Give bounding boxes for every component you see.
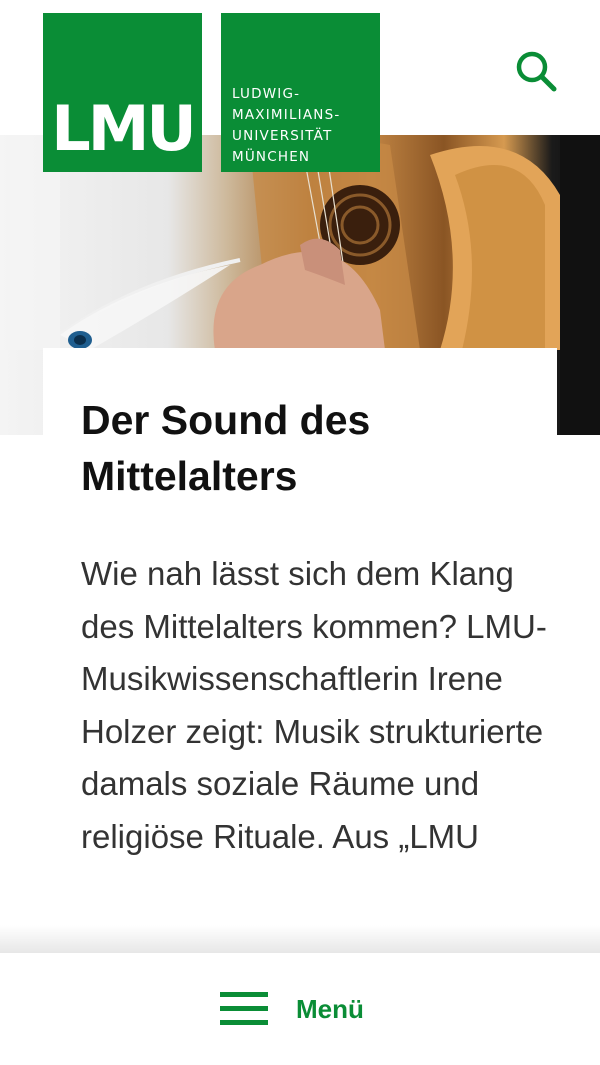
logo-line-1: LUDWIG- — [232, 86, 301, 102]
logo-line-3: UNIVERSITÄT — [232, 128, 333, 144]
lmu-logo-mark[interactable]: LMU — [43, 13, 202, 172]
article-lead: Wie nah lässt sich dem Klang des Mittela… — [81, 555, 547, 855]
site-header: LMU LUDWIG- MAXIMILIANS- UNIVERSITÄT MÜN… — [0, 0, 600, 172]
search-icon — [516, 51, 557, 92]
hamburger-icon — [220, 992, 268, 1025]
bottom-nav-shadow — [0, 925, 600, 955]
menu-label: Menü — [296, 993, 364, 1024]
logo-line-2: MAXIMILIANS- — [232, 107, 341, 123]
university-name-logo[interactable]: LUDWIG- MAXIMILIANS- UNIVERSITÄT MÜNCHEN — [221, 13, 380, 172]
article-title: Der Sound des Mittelalters — [81, 397, 371, 499]
search-button[interactable] — [512, 47, 558, 93]
menu-button[interactable]: Menü — [220, 987, 364, 1031]
logo-mark-text: LMU — [51, 92, 197, 165]
logo-line-4: MÜNCHEN — [232, 149, 311, 165]
bottom-navigation: Menü — [0, 953, 600, 1065]
